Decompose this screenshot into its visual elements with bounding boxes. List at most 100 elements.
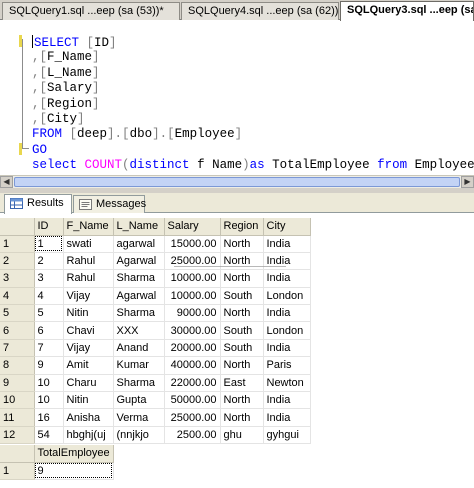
grid-corner-header[interactable] bbox=[0, 445, 35, 463]
grid-cell[interactable]: 50000.00 bbox=[164, 391, 221, 410]
grid-cell[interactable]: London bbox=[263, 287, 311, 306]
grid-cell[interactable]: (nnjkjo bbox=[113, 426, 165, 445]
grid-cell[interactable]: North bbox=[220, 356, 264, 375]
table-row[interactable]: 11 16 Anisha Verma 25000.00 North India bbox=[0, 408, 311, 427]
grid-cell[interactable]: North bbox=[220, 391, 264, 410]
tab-sqlquery3[interactable]: SQLQuery3.sql ...eep (sa (59))* bbox=[340, 1, 474, 21]
column-header[interactable]: TotalEmployee bbox=[34, 445, 114, 463]
column-header[interactable]: ID bbox=[34, 218, 64, 236]
grid-cell[interactable]: 7 bbox=[34, 339, 64, 358]
grid-cell[interactable]: 1 bbox=[34, 235, 64, 253]
code-line[interactable]: select COUNT(distinct f Name)as TotalEmp… bbox=[32, 158, 474, 173]
code-line[interactable]: ,[City] bbox=[32, 112, 474, 127]
code-line[interactable]: ,[Salary] bbox=[32, 81, 474, 96]
grid-cell[interactable]: North bbox=[220, 252, 264, 271]
query-editor[interactable]: SELECT [ID] ,[F_Name] ,[L_Name] ,[Salary] ,[… bbox=[0, 21, 474, 175]
grid-cell[interactable]: India bbox=[263, 235, 311, 253]
grid-cell[interactable]: Newton bbox=[263, 374, 311, 393]
grid-cell[interactable]: 6 bbox=[34, 321, 64, 340]
grid-cell[interactable]: 25000.00 bbox=[164, 408, 221, 427]
grid-cell[interactable]: Vijay bbox=[63, 339, 114, 358]
grid-cell[interactable]: 4 bbox=[34, 287, 64, 306]
row-number-cell[interactable]: 5 bbox=[0, 304, 35, 323]
grid-cell[interactable]: Sharma bbox=[113, 304, 165, 323]
table-row[interactable]: 4 4 Vijay Agarwal 10000.00 South London bbox=[0, 287, 311, 306]
row-number-cell[interactable]: 1 bbox=[0, 462, 35, 480]
grid-cell[interactable]: hbghj(uj bbox=[63, 426, 114, 445]
grid-cell[interactable]: 10 bbox=[34, 374, 64, 393]
code-line[interactable]: ,[L_Name] bbox=[32, 66, 474, 81]
grid-cell[interactable]: India bbox=[263, 252, 311, 271]
grid-cell[interactable]: gyhgui bbox=[263, 426, 311, 445]
grid-cell[interactable]: 40000.00 bbox=[164, 356, 221, 375]
editor-horizontal-scrollbar[interactable]: ◀ ▶ bbox=[0, 175, 474, 188]
grid-cell[interactable]: 3 bbox=[34, 269, 64, 288]
grid-cell[interactable]: North bbox=[220, 269, 264, 288]
grid-cell[interactable]: India bbox=[263, 269, 311, 288]
row-number-cell[interactable]: 2 bbox=[0, 252, 35, 271]
table-row[interactable]: 12 54 hbghj(uj (nnjkjo 2500.00 ghu gyhgui bbox=[0, 426, 311, 445]
grid-cell[interactable]: 2500.00 bbox=[164, 426, 221, 445]
grid-cell[interactable]: North bbox=[220, 304, 264, 323]
grid-cell[interactable]: Anand bbox=[113, 339, 165, 358]
table-row[interactable]: 1 1 swati agarwal 15000.00 North India bbox=[0, 235, 311, 253]
grid-cell[interactable]: India bbox=[263, 408, 311, 427]
grid-cell[interactable]: 22000.00 bbox=[164, 374, 221, 393]
tab-messages[interactable]: Messages bbox=[73, 195, 146, 213]
grid-cell[interactable]: 9 bbox=[34, 356, 64, 375]
grid-cell[interactable]: Nitin bbox=[63, 391, 114, 410]
row-number-cell[interactable]: 1 bbox=[0, 235, 35, 253]
scroll-thumb[interactable] bbox=[14, 177, 460, 187]
grid-cell[interactable]: 10000.00 bbox=[164, 287, 221, 306]
grid-cell[interactable]: Sharma bbox=[113, 374, 165, 393]
grid-cell[interactable]: agarwal bbox=[113, 235, 165, 253]
grid-cell[interactable]: Nitin bbox=[63, 304, 114, 323]
grid-cell[interactable]: 10000.00 bbox=[164, 269, 221, 288]
table-row[interactable]: 6 6 Chavi XXX 30000.00 South London bbox=[0, 321, 311, 340]
tab-sqlquery4[interactable]: SQLQuery4.sql ...eep (sa (62))* bbox=[181, 2, 339, 20]
grid-cell[interactable]: 10 bbox=[34, 391, 64, 410]
grid-cell[interactable]: Rahul bbox=[63, 252, 114, 271]
code-line[interactable]: SELECT [ID] bbox=[32, 35, 474, 50]
column-header[interactable]: City bbox=[263, 218, 311, 236]
grid-cell[interactable]: 25000.00 bbox=[164, 252, 221, 271]
grid-cell[interactable]: Verma bbox=[113, 408, 165, 427]
grid-cell[interactable]: 9 bbox=[34, 462, 114, 480]
table-row[interactable]: 3 3 Rahul Sharma 10000.00 North India bbox=[0, 269, 311, 288]
row-number-cell[interactable]: 6 bbox=[0, 321, 35, 340]
code-line[interactable]: GO bbox=[32, 143, 474, 158]
scroll-right-arrow-icon[interactable]: ▶ bbox=[461, 176, 474, 188]
table-row[interactable]: 5 5 Nitin Sharma 9000.00 North India bbox=[0, 304, 311, 323]
grid-cell[interactable]: swati bbox=[63, 235, 114, 253]
grid-corner-header[interactable] bbox=[0, 218, 35, 236]
grid-cell[interactable]: 30000.00 bbox=[164, 321, 221, 340]
grid-cell[interactable]: South bbox=[220, 287, 264, 306]
table-row[interactable]: 7 7 Vijay Anand 20000.00 South India bbox=[0, 339, 311, 358]
table-row[interactable]: 10 10 Nitin Gupta 50000.00 North India bbox=[0, 391, 311, 410]
code-line[interactable]: ,[F_Name] bbox=[32, 50, 474, 65]
grid-cell[interactable]: East bbox=[220, 374, 264, 393]
table-row[interactable]: 9 10 Charu Sharma 22000.00 East Newton bbox=[0, 374, 311, 393]
grid-cell[interactable]: London bbox=[263, 321, 311, 340]
grid-cell[interactable]: 20000.00 bbox=[164, 339, 221, 358]
grid-cell[interactable]: Vijay bbox=[63, 287, 114, 306]
code-line[interactable]: ,[Region] bbox=[32, 97, 474, 112]
row-number-cell[interactable]: 4 bbox=[0, 287, 35, 306]
grid-cell[interactable]: Amit bbox=[63, 356, 114, 375]
column-header[interactable]: L_Name bbox=[113, 218, 165, 236]
tab-results[interactable]: Results bbox=[4, 194, 72, 214]
row-number-cell[interactable]: 10 bbox=[0, 391, 35, 410]
grid-cell[interactable]: India bbox=[263, 304, 311, 323]
grid-cell[interactable]: Chavi bbox=[63, 321, 114, 340]
grid-cell[interactable]: 9000.00 bbox=[164, 304, 221, 323]
grid-cell[interactable]: South bbox=[220, 339, 264, 358]
grid-cell[interactable]: XXX bbox=[113, 321, 165, 340]
grid-cell[interactable]: Paris bbox=[263, 356, 311, 375]
column-header[interactable]: Region bbox=[220, 218, 264, 236]
grid-cell[interactable]: 5 bbox=[34, 304, 64, 323]
grid-cell[interactable]: South bbox=[220, 321, 264, 340]
row-number-cell[interactable]: 8 bbox=[0, 356, 35, 375]
tab-sqlquery1[interactable]: SQLQuery1.sql ...eep (sa (53))* bbox=[2, 2, 180, 20]
grid-cell[interactable]: Charu bbox=[63, 374, 114, 393]
grid-cell[interactable]: 15000.00 bbox=[164, 235, 221, 253]
